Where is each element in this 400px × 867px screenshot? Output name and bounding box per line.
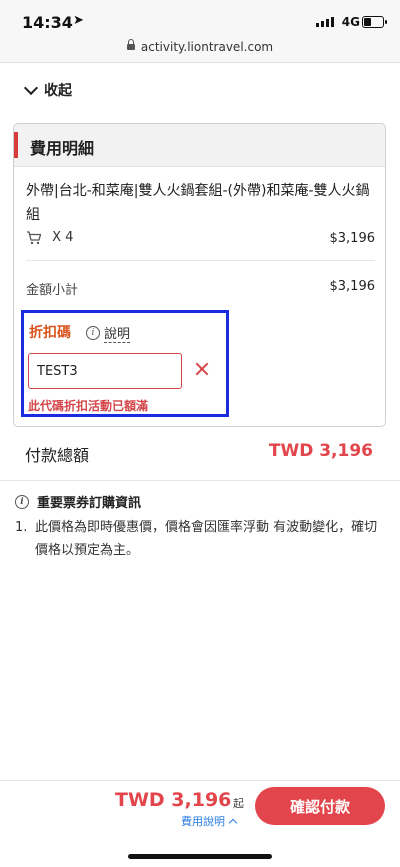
item-price: $3,196 — [329, 231, 376, 246]
total-label: 付款總額 — [25, 446, 90, 465]
discount-code-title: 折扣碼 — [29, 325, 71, 341]
discount-error-message: 此代碼折扣活動已額滿 — [28, 399, 149, 413]
notice-list: 1. 此價格為即時優惠價，價格會因匯率浮動 有波動變化，確切價格以預定為主。 — [15, 516, 380, 562]
product-name: 外帶|台北-和菜庵|雙人火鍋套組-(外帶)和菜庵-雙人火鍋組 — [26, 183, 370, 223]
total-row: 付款總額 TWD 3,196 — [13, 426, 384, 480]
info-icon: i — [15, 494, 29, 509]
discount-code-input[interactable] — [28, 353, 182, 389]
notice-heading: i 重要票券訂購資訊 — [15, 492, 141, 511]
discount-info-link[interactable]: i 說明 — [86, 323, 131, 343]
close-icon[interactable] — [194, 361, 210, 377]
price-suffix: 起 — [233, 797, 244, 810]
card-header: 費用明細 — [14, 124, 385, 167]
discount-info-label: 說明 — [104, 323, 131, 343]
url-text: activity.liontravel.com — [140, 40, 274, 54]
lock-icon — [126, 39, 135, 50]
battery-icon — [362, 16, 387, 28]
fee-details-link[interactable]: 費用說明 — [181, 813, 238, 829]
fee-details-card: 費用明細 外帶|台北-和菜庵|雙人火鍋套組-(外帶)和菜庵-雙人火鍋組 X 4 … — [13, 123, 386, 427]
subtotal-value: $3,196 — [329, 279, 376, 294]
quantity-row: X 4 $3,196 — [26, 230, 375, 250]
card-title: 費用明細 — [30, 139, 95, 158]
bottom-price: TWD 3,196 — [115, 789, 232, 811]
discount-code-section: 折扣碼 i 說明 此代碼折扣活動已額滿 — [21, 310, 229, 417]
network-type: 4G — [341, 15, 360, 29]
signal-icon — [316, 17, 334, 27]
fee-details-link-label: 費用說明 — [181, 815, 225, 828]
list-item-text: 此價格為即時優惠價，價格會因匯率浮動 有波動變化，確切價格以預定為主。 — [35, 520, 378, 558]
divider — [26, 260, 375, 261]
location-arrow-icon: ➤ — [73, 13, 84, 28]
url-bar[interactable]: activity.liontravel.com — [0, 36, 400, 63]
subtotal-label: 金額小計 — [26, 283, 79, 298]
info-icon: i — [86, 326, 100, 340]
status-time: 14:34 — [22, 13, 73, 32]
cart-icon — [27, 230, 42, 244]
chevron-up-icon — [228, 818, 238, 828]
confirm-payment-button[interactable]: 確認付款 — [255, 787, 385, 825]
section-divider — [0, 480, 400, 481]
home-indicator — [128, 854, 272, 859]
total-value: TWD 3,196 — [268, 441, 373, 461]
list-item-number: 1. — [15, 520, 28, 535]
collapse-label: 收起 — [44, 83, 72, 99]
bottom-bar: TWD 3,196 起 費用說明 確認付款 — [0, 780, 400, 867]
quantity: X 4 — [52, 230, 74, 245]
notice-title: 重要票券訂購資訊 — [37, 496, 142, 511]
subtotal-row: 金額小計 $3,196 — [26, 279, 375, 298]
header-accent — [14, 132, 18, 158]
list-item: 1. 此價格為即時優惠價，價格會因匯率浮動 有波動變化，確切價格以預定為主。 — [15, 516, 380, 562]
chevron-down-icon — [23, 80, 39, 95]
collapse-toggle[interactable]: 收起 — [23, 80, 72, 100]
